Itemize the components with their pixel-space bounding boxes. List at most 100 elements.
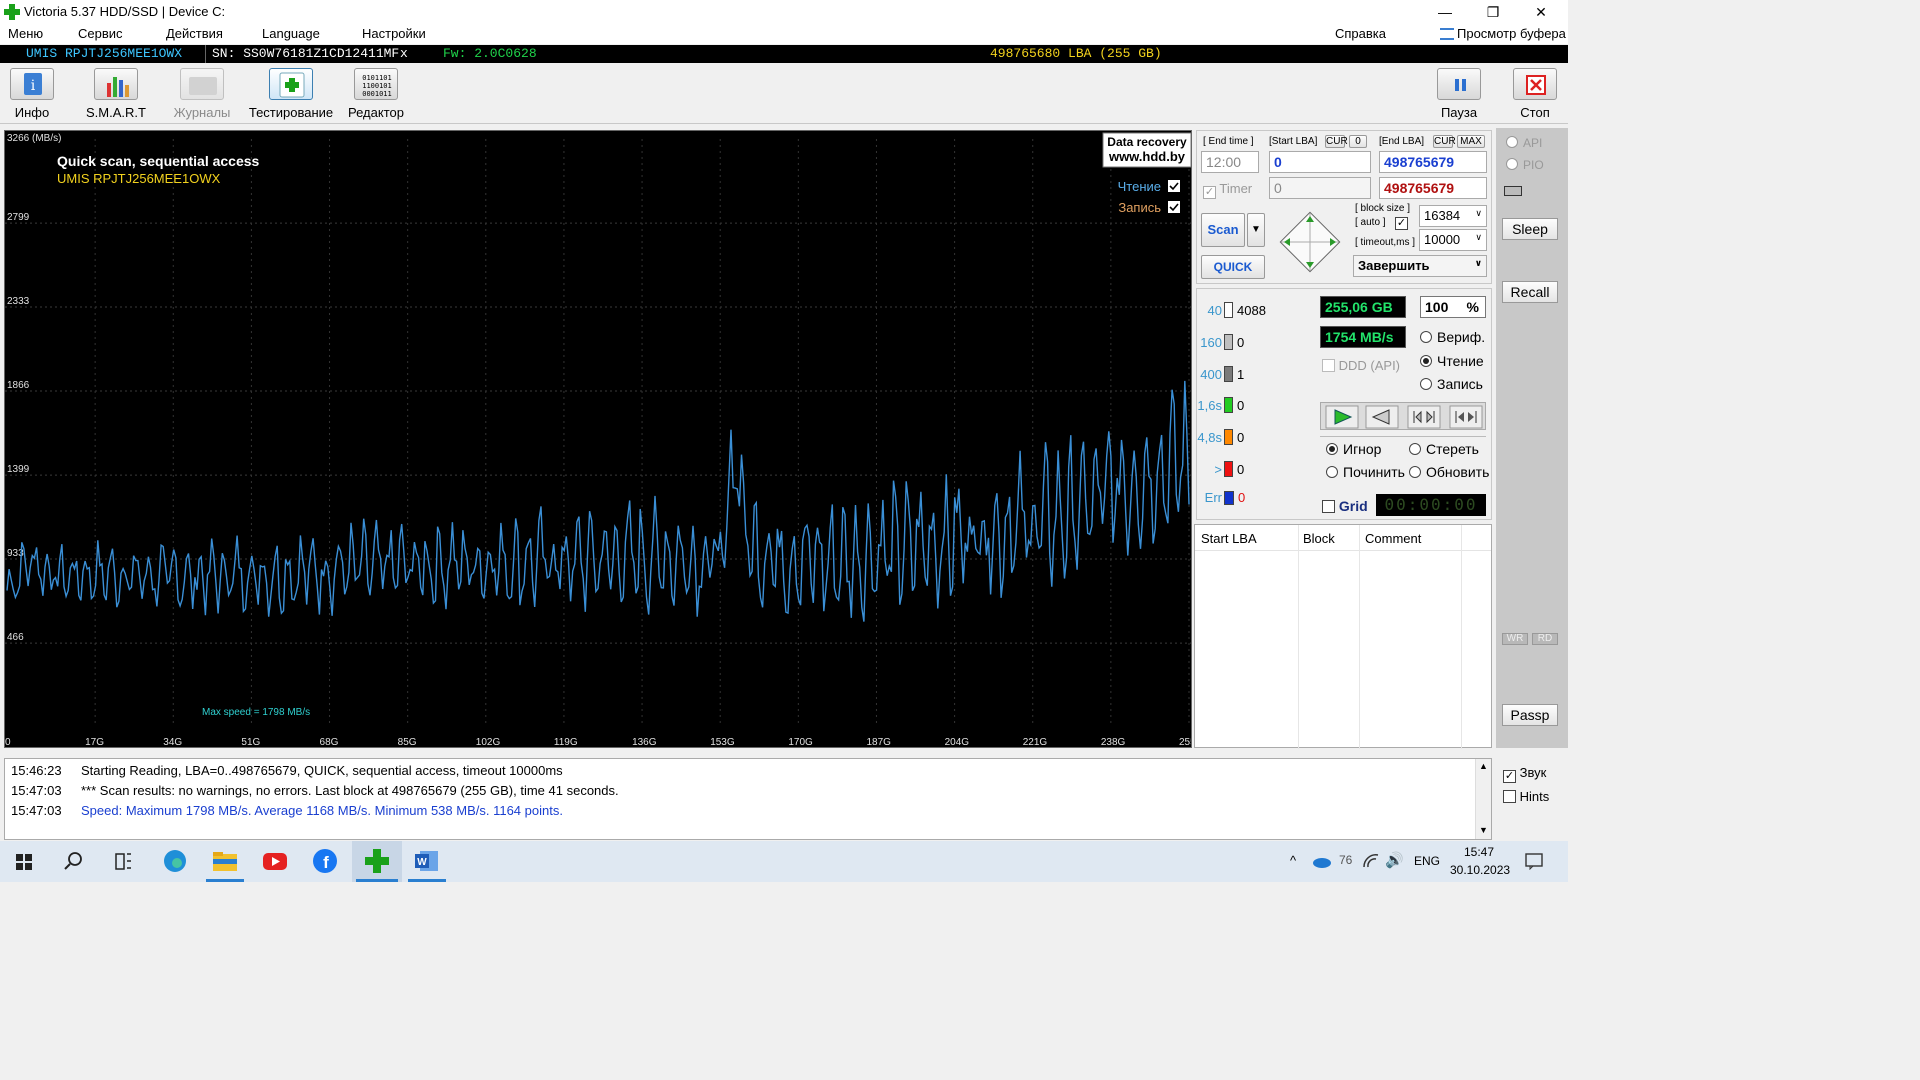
x-tick-label: 187G — [866, 737, 891, 747]
logs-tab-button[interactable]: Журналы — [172, 68, 232, 124]
tray-time[interactable]: 15:47 — [1464, 845, 1494, 859]
random-seek-icon[interactable] — [1407, 405, 1441, 429]
end-lba-field[interactable]: 498765679 — [1379, 151, 1487, 173]
testing-tab-button[interactable]: Тестирование — [248, 68, 334, 124]
volume-icon[interactable]: 🔊 — [1385, 851, 1404, 869]
butterfly-icon[interactable] — [1449, 405, 1483, 429]
legend-read-checkbox[interactable] — [1168, 180, 1180, 192]
start-windows-icon[interactable] — [0, 841, 50, 882]
x-tick-label: 153G — [710, 737, 735, 747]
grid-checkbox[interactable]: Grid — [1322, 498, 1368, 514]
x-tick-label: 17G — [85, 737, 104, 747]
start-lba-cur-button[interactable]: CUR — [1325, 135, 1348, 148]
end-lba-cur-button[interactable]: CUR — [1433, 135, 1456, 148]
notifications-icon[interactable] — [1524, 852, 1544, 870]
mode-read-radio[interactable]: Чтение — [1420, 353, 1484, 369]
file-explorer-icon[interactable] — [200, 841, 250, 882]
menu-item-clipboard[interactable]: Просмотр буфера — [1457, 26, 1566, 41]
pio-radio[interactable]: PIO — [1506, 158, 1544, 172]
timer-checkbox[interactable]: ✓ Timer — [1203, 181, 1252, 199]
victoria-taskbar-icon[interactable] — [352, 841, 402, 882]
x-tick-label: 119G — [554, 737, 578, 747]
quick-button[interactable]: QUICK — [1201, 255, 1265, 279]
mode-write-radio[interactable]: Запись — [1420, 376, 1483, 392]
passp-button[interactable]: Passp — [1502, 704, 1558, 726]
menu-item-menu[interactable]: Меню — [8, 26, 43, 41]
start-lba-zero-button[interactable]: 0 — [1349, 135, 1367, 148]
menu-item-actions[interactable]: Действия — [166, 26, 223, 41]
onedrive-icon[interactable] — [1311, 853, 1333, 869]
latency-row-3: 1,6s 0 — [1196, 397, 1244, 413]
timeout-select[interactable]: 10000 ∨ — [1419, 229, 1487, 251]
wr-indicator: WR — [1502, 633, 1528, 645]
tray-date[interactable]: 30.10.2023 — [1450, 863, 1510, 877]
info-tab-button[interactable]: i Инфо — [8, 68, 56, 124]
smart-tab-button[interactable]: S.M.A.R.T — [86, 68, 146, 124]
log-scrollbar[interactable]: ▲ ▼ — [1475, 759, 1491, 839]
hints-checkbox[interactable]: Hints — [1503, 789, 1549, 804]
direction-pad-icon[interactable] — [1275, 207, 1345, 277]
sleep-button[interactable]: Sleep — [1502, 218, 1558, 240]
device-serial: SN: SS0W76181Z1CD12411MF — [212, 46, 400, 61]
svg-text:W: W — [417, 857, 427, 868]
action-repair-radio[interactable]: Починить — [1326, 464, 1405, 480]
mode-verify-radio[interactable]: Вериф. — [1420, 329, 1485, 345]
tray-expand-icon[interactable]: ^ — [1290, 853, 1296, 868]
action-refresh-radio[interactable]: Обновить — [1409, 464, 1489, 480]
ddd-api-checkbox[interactable]: DDD (API) — [1322, 358, 1400, 373]
menu-item-settings[interactable]: Настройки — [362, 26, 426, 41]
pause-button[interactable]: Пауза — [1436, 68, 1482, 124]
edge-browser-icon[interactable] — [150, 841, 200, 882]
column-start-lba[interactable]: Start LBA — [1201, 531, 1257, 546]
word-icon[interactable]: W — [402, 841, 452, 882]
api-radio[interactable]: API — [1506, 136, 1542, 150]
search-icon[interactable] — [48, 841, 98, 882]
latency-color-box — [1224, 302, 1233, 318]
minimize-button[interactable]: — — [1422, 0, 1468, 24]
facebook-icon[interactable]: f — [300, 841, 350, 882]
latency-count: 0 — [1237, 335, 1245, 350]
rd-indicator: RD — [1532, 633, 1558, 645]
latency-count: 1 — [1237, 367, 1245, 382]
play-icon[interactable] — [1325, 405, 1359, 429]
scan-dropdown-button[interactable]: ▼ — [1247, 213, 1265, 247]
tray-language[interactable]: ENG — [1414, 854, 1440, 868]
menu-item-service[interactable]: Сервис — [78, 26, 123, 41]
rewind-icon[interactable] — [1365, 405, 1399, 429]
sound-checkbox[interactable]: ✓ Звук — [1503, 765, 1546, 783]
watermark-line2: www.hdd.by — [1108, 149, 1186, 164]
recall-button[interactable]: Recall — [1502, 281, 1558, 303]
x-tick-label: 102G — [476, 737, 501, 747]
end-lba-field-2[interactable]: 498765679 — [1379, 177, 1487, 199]
youtube-icon[interactable] — [250, 841, 300, 882]
action-ignore-radio[interactable]: Игнор — [1326, 441, 1381, 457]
menu-item-language[interactable]: Language — [262, 26, 320, 41]
editor-tab-button[interactable]: 0101101 1100101 0001011 Редактор — [346, 68, 406, 124]
scroll-down-icon[interactable]: ▼ — [1479, 825, 1488, 835]
action-erase-radio[interactable]: Стереть — [1409, 441, 1479, 457]
wifi-icon[interactable] — [1362, 853, 1380, 869]
stop-button[interactable]: Стоп — [1512, 68, 1558, 124]
start-lba-field[interactable]: 0 — [1269, 151, 1371, 173]
task-view-icon[interactable] — [98, 841, 148, 882]
column-block[interactable]: Block — [1303, 531, 1335, 546]
end-time-field[interactable]: 12:00 — [1201, 151, 1259, 173]
legend-write-checkbox[interactable] — [1168, 201, 1180, 213]
latency-row-5: >0 — [1196, 461, 1244, 477]
latency-count: 0 — [1237, 398, 1245, 413]
maximize-button[interactable]: ❐ — [1470, 0, 1516, 24]
column-comment[interactable]: Comment — [1365, 531, 1421, 546]
device-close-x[interactable]: x — [400, 46, 408, 61]
test-plus-icon — [269, 68, 313, 100]
auto-block-checkbox[interactable]: ✓ — [1395, 217, 1408, 230]
victoria-logo-icon — [4, 4, 20, 20]
scroll-up-icon[interactable]: ▲ — [1479, 761, 1488, 771]
playback-controls — [1320, 402, 1486, 430]
after-scan-select[interactable]: Завершить ∨ — [1353, 255, 1487, 277]
menu-item-help[interactable]: Справка — [1335, 26, 1386, 41]
timer-field[interactable]: 0 — [1269, 177, 1371, 199]
close-window-button[interactable]: ✕ — [1518, 0, 1564, 24]
scan-button[interactable]: Scan — [1201, 213, 1245, 247]
end-lba-max-button[interactable]: MAX — [1457, 135, 1485, 148]
block-size-select[interactable]: 16384 ∨ — [1419, 205, 1487, 227]
